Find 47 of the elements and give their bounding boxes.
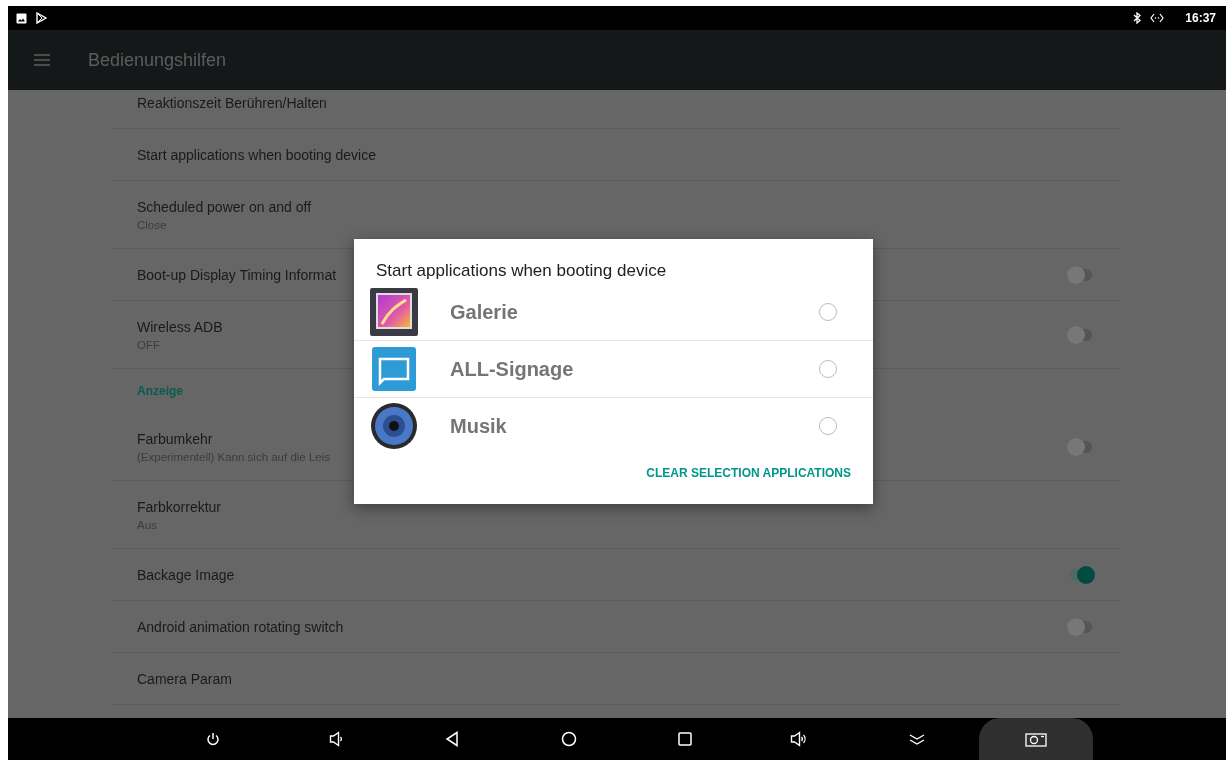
setting-title: Android animation rotating switch [137, 618, 344, 635]
image-icon [16, 12, 27, 24]
toggle-switch[interactable] [1067, 616, 1093, 637]
chevron-down-icon[interactable] [909, 733, 925, 745]
signage-app-icon [370, 345, 418, 393]
app-option[interactable]: ALL-Signage [354, 341, 873, 398]
data-transfer-icon [1150, 13, 1165, 23]
toggle-switch[interactable] [1067, 436, 1093, 457]
app-name: Galerie [450, 300, 519, 324]
gallery-icon [370, 288, 418, 336]
camera-icon [1025, 731, 1047, 747]
setting-title: Backage Image [137, 566, 235, 583]
settings-item[interactable]: Android animation rotating switch [113, 601, 1121, 653]
app-name: Musik [450, 414, 508, 438]
category-header: Anzeige [137, 384, 183, 398]
app-option[interactable]: Galerie [354, 284, 873, 341]
speaker-icon [370, 402, 418, 450]
setting-title: Camera Param [137, 670, 232, 687]
setting-title: Reaktionszeit Berühren/Halten [137, 94, 327, 111]
volume-down-icon[interactable] [329, 731, 343, 747]
app-option[interactable]: Musik [354, 398, 873, 454]
play-icon [36, 12, 47, 24]
screenshot-button[interactable] [979, 718, 1093, 760]
home-icon[interactable] [561, 731, 577, 747]
clock-time: 16:37 [1185, 11, 1216, 25]
setting-title: Start applications when booting device [137, 146, 376, 163]
toggle-switch[interactable] [1067, 264, 1093, 285]
setting-title: Wireless ADB [137, 318, 223, 335]
dialog-title: Start applications when booting device [375, 261, 668, 281]
setting-title: Farbumkehr [137, 430, 213, 447]
recents-icon[interactable] [678, 732, 692, 746]
clear-selection-button[interactable]: CLEAR SELECTION APPLICATIONS [638, 462, 859, 484]
toggle-switch[interactable] [1067, 324, 1093, 345]
menu-icon[interactable] [34, 54, 50, 66]
app-name: ALL-Signage [450, 357, 575, 381]
settings-item[interactable]: Start applications when booting device [113, 129, 1121, 181]
back-icon[interactable] [445, 731, 459, 747]
setting-title: Scheduled power on and off [137, 198, 312, 215]
toolbar-title: Bedienungshilfen [88, 49, 227, 71]
bluetooth-icon [1133, 12, 1142, 24]
settings-item[interactable]: Reaktionszeit Berühren/Halten [113, 90, 1121, 129]
settings-item[interactable]: Camera Param [113, 653, 1121, 705]
setting-title: Boot-up Display Timing Informat [137, 266, 337, 283]
volume-up-icon[interactable] [790, 731, 808, 747]
settings-item[interactable]: Backage Image [113, 549, 1121, 601]
power-icon[interactable] [206, 732, 220, 746]
setting-title: Farbkorrektur [137, 498, 222, 515]
